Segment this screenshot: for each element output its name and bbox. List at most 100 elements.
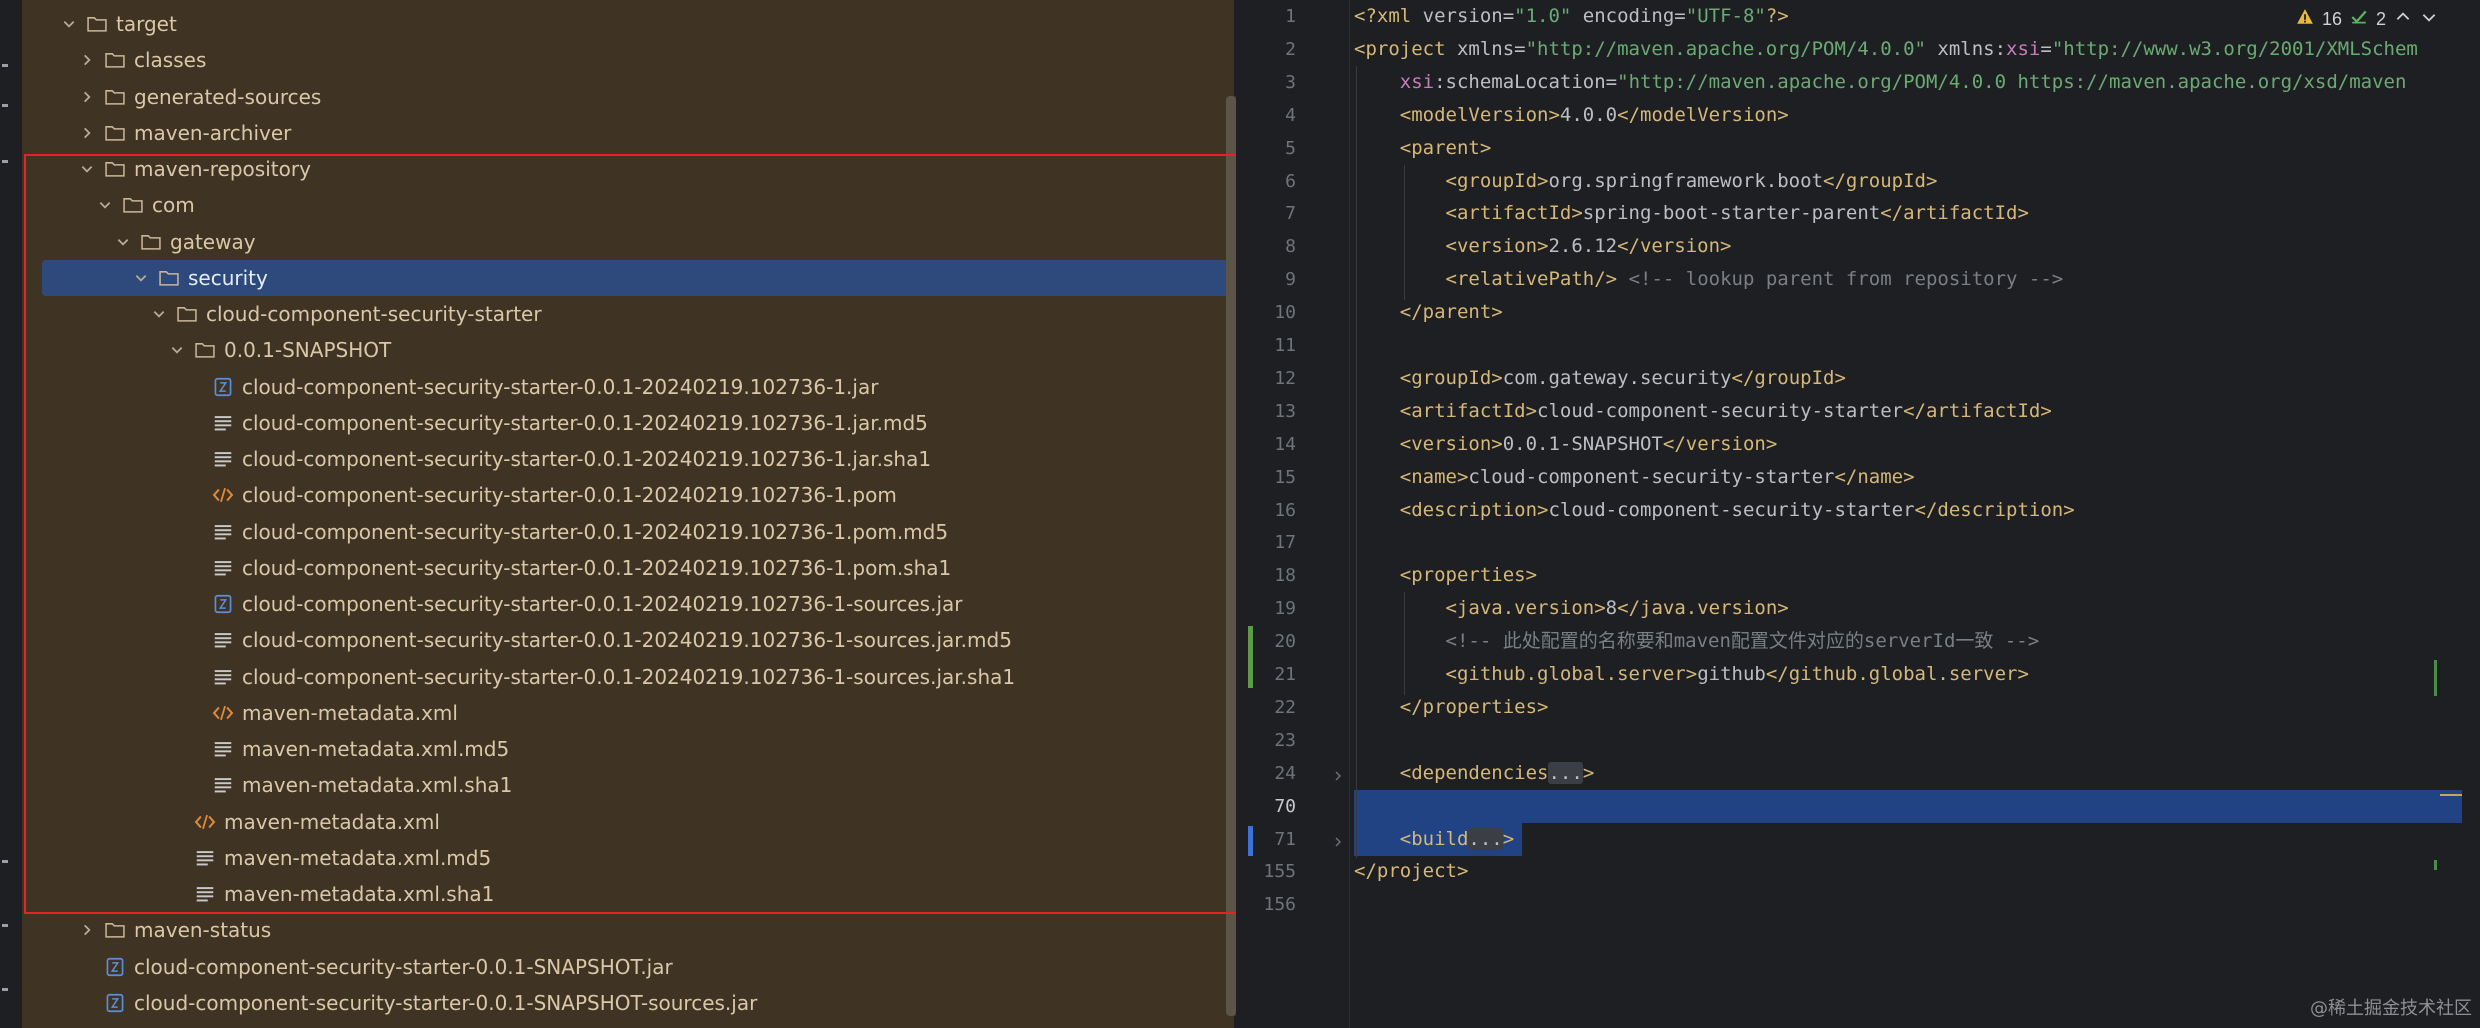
code-line[interactable]: <version>0.0.1-SNAPSHOT</version>	[1354, 428, 1778, 461]
chevron-down-icon[interactable]	[166, 339, 188, 361]
tree-item-label: cloud-component-security-starter-0.0.1-2…	[242, 519, 949, 544]
tree-folder-row[interactable]: gateway	[22, 224, 1222, 260]
chevron-right-icon[interactable]	[76, 49, 98, 71]
code-line[interactable]: <version>2.6.12</version>	[1354, 230, 1732, 263]
chevron-down-icon[interactable]	[2420, 8, 2438, 31]
chevron-down-icon[interactable]	[112, 231, 134, 253]
tree-folder-row[interactable]: com	[22, 187, 1222, 223]
tree-folder-row[interactable]: generated-sources	[22, 79, 1222, 115]
tree-file-row[interactable]: cloud-component-security-starter-0.0.1-2…	[22, 586, 1222, 622]
tree-item-label: maven-metadata.xml	[242, 700, 458, 725]
tree-item-label: cloud-component-security-starter-0.0.1-2…	[242, 555, 952, 580]
code-line[interactable]: <project xmlns="http://maven.apache.org/…	[1354, 33, 2418, 66]
warning-icon	[2296, 8, 2314, 31]
tree-file-row[interactable]: cloud-component-security-starter-0.0.1-2…	[22, 514, 1222, 550]
chevron-down-icon[interactable]	[94, 194, 116, 216]
code-line[interactable]: <groupId>org.springframework.boot</group…	[1354, 165, 1938, 198]
tree-item-label: maven-status	[134, 918, 272, 943]
code-line[interactable]: <relativePath/> <!-- lookup parent from …	[1354, 263, 2064, 296]
chevron-right-icon[interactable]	[76, 919, 98, 941]
line-number: 2	[1285, 38, 1296, 60]
tree-file-row[interactable]: cloud-component-security-starter-0.0.1-2…	[22, 550, 1222, 586]
tree-file-row[interactable]: cloud-component-security-starter-0.0.1-2…	[22, 441, 1222, 477]
tree-file-row[interactable]: cloud-component-security-starter-0.0.1-2…	[22, 659, 1222, 695]
tree-folder-row[interactable]: cloud-component-security-starter	[22, 296, 1222, 332]
chevron-up-icon[interactable]	[2394, 8, 2412, 31]
tree-file-row[interactable]: maven-metadata.xml.sha1	[22, 767, 1222, 803]
line-number: 19	[1274, 598, 1296, 620]
tree-folder-row[interactable]: classes	[22, 42, 1222, 78]
chevron-down-icon[interactable]	[76, 158, 98, 180]
tree-folder-row[interactable]: maven-status	[22, 912, 1222, 948]
tree-scrollbar-thumb[interactable]	[1226, 96, 1236, 1016]
tree-file-row[interactable]: cloud-component-security-starter-0.0.1-S…	[22, 985, 1222, 1021]
folder-icon	[122, 194, 144, 216]
tree-file-row[interactable]: maven-metadata.xml.sha1	[22, 876, 1222, 912]
strip-mark	[2, 988, 8, 991]
line-number: 10	[1274, 302, 1296, 324]
watermark: @稀土掘金技术社区	[2310, 998, 2472, 1019]
fold-toggle-icon[interactable]	[1332, 833, 1348, 849]
text-file-icon	[212, 521, 234, 543]
change-marker-modified	[1248, 826, 1253, 856]
code-line[interactable]: <groupId>com.gateway.security</groupId>	[1354, 362, 1846, 395]
code-line[interactable]: <modelVersion>4.0.0</modelVersion>	[1354, 99, 1789, 132]
chevron-right-icon[interactable]	[76, 86, 98, 108]
code-line[interactable]: <artifactId>cloud-component-security-sta…	[1354, 395, 2052, 428]
tree-file-row[interactable]: cloud-component-security-starter-0.0.1-2…	[22, 405, 1222, 441]
code-line[interactable]: <parent>	[1354, 132, 1492, 165]
jar-file-icon	[212, 593, 234, 615]
code-line[interactable]: <properties>	[1354, 559, 1537, 592]
inspections-widget[interactable]: 16 2	[2296, 4, 2438, 34]
tree-file-row[interactable]: maven-metadata.xml.md5	[22, 840, 1222, 876]
tree-item-label: 0.0.1-SNAPSHOT	[224, 338, 392, 363]
code-line[interactable]: <name>cloud-component-security-starter</…	[1354, 461, 1915, 494]
tree-file-row[interactable]: cloud-component-security-starter-0.0.1-2…	[22, 477, 1222, 513]
fold-toggle-icon[interactable]	[1332, 767, 1348, 783]
code-line[interactable]: </project>	[1354, 855, 1468, 888]
indent-guide	[1404, 164, 1405, 301]
ok-count: 2	[2376, 8, 2387, 29]
code-line[interactable]: <!-- 此处配置的名称要和maven配置文件对应的serverId一致 -->	[1354, 625, 2040, 658]
line-number: 15	[1274, 466, 1296, 488]
code-line[interactable]: <?xml version="1.0" encoding="UTF-8"?>	[1354, 0, 1789, 33]
code-line[interactable]: </parent>	[1354, 296, 1503, 329]
chevron-down-icon[interactable]	[58, 13, 80, 35]
code-line[interactable]: <build...>	[1354, 823, 1514, 856]
chevron-down-icon[interactable]	[130, 267, 152, 289]
tree-folder-row[interactable]: target	[22, 6, 1222, 42]
xml-file-icon	[194, 811, 216, 833]
text-file-icon	[212, 738, 234, 760]
chevron-down-icon[interactable]	[148, 303, 170, 325]
tree-file-row[interactable]: cloud-component-security-starter-0.0.1-S…	[22, 949, 1222, 985]
code-line[interactable]: </properties>	[1354, 691, 1549, 724]
tree-folder-row[interactable]: 0.0.1-SNAPSHOT	[22, 332, 1222, 368]
tree-item-label: maven-metadata.xml.sha1	[242, 773, 513, 798]
code-line[interactable]: <github.global.server>github</github.glo…	[1354, 658, 2029, 691]
line-number: 6	[1285, 170, 1296, 192]
tree-file-row[interactable]: cloud-component-security-starter-0.0.1-2…	[22, 622, 1222, 658]
code-line[interactable]: <artifactId>spring-boot-starter-parent</…	[1354, 197, 2029, 230]
folder-icon	[140, 231, 162, 253]
tree-file-row[interactable]: maven-metadata.xml	[22, 695, 1222, 731]
line-number: 70	[1274, 795, 1296, 817]
code-line[interactable]: <java.version>8</java.version>	[1354, 592, 1789, 625]
code-line[interactable]: <dependencies...>	[1354, 757, 1594, 790]
chevron-right-icon[interactable]	[76, 122, 98, 144]
tree-file-row[interactable]: maven-metadata.xml	[22, 804, 1222, 840]
tree-file-row[interactable]: cloud-component-security-starter-0.0.1-2…	[22, 369, 1222, 405]
tree-folder-row[interactable]: security	[42, 259, 1234, 296]
code-line[interactable]: <description>cloud-component-security-st…	[1354, 494, 2075, 527]
tree-file-row[interactable]: maven-metadata.xml.md5	[22, 731, 1222, 767]
jar-file-icon	[212, 376, 234, 398]
code-line[interactable]: xsi:schemaLocation="http://maven.apache.…	[1354, 66, 2407, 99]
line-number: 5	[1285, 137, 1296, 159]
line-number: 18	[1274, 565, 1296, 587]
tree-folder-row[interactable]: maven-archiver	[22, 115, 1222, 151]
tree-folder-row[interactable]: maven-repository	[22, 151, 1222, 187]
xml-file-icon	[212, 484, 234, 506]
